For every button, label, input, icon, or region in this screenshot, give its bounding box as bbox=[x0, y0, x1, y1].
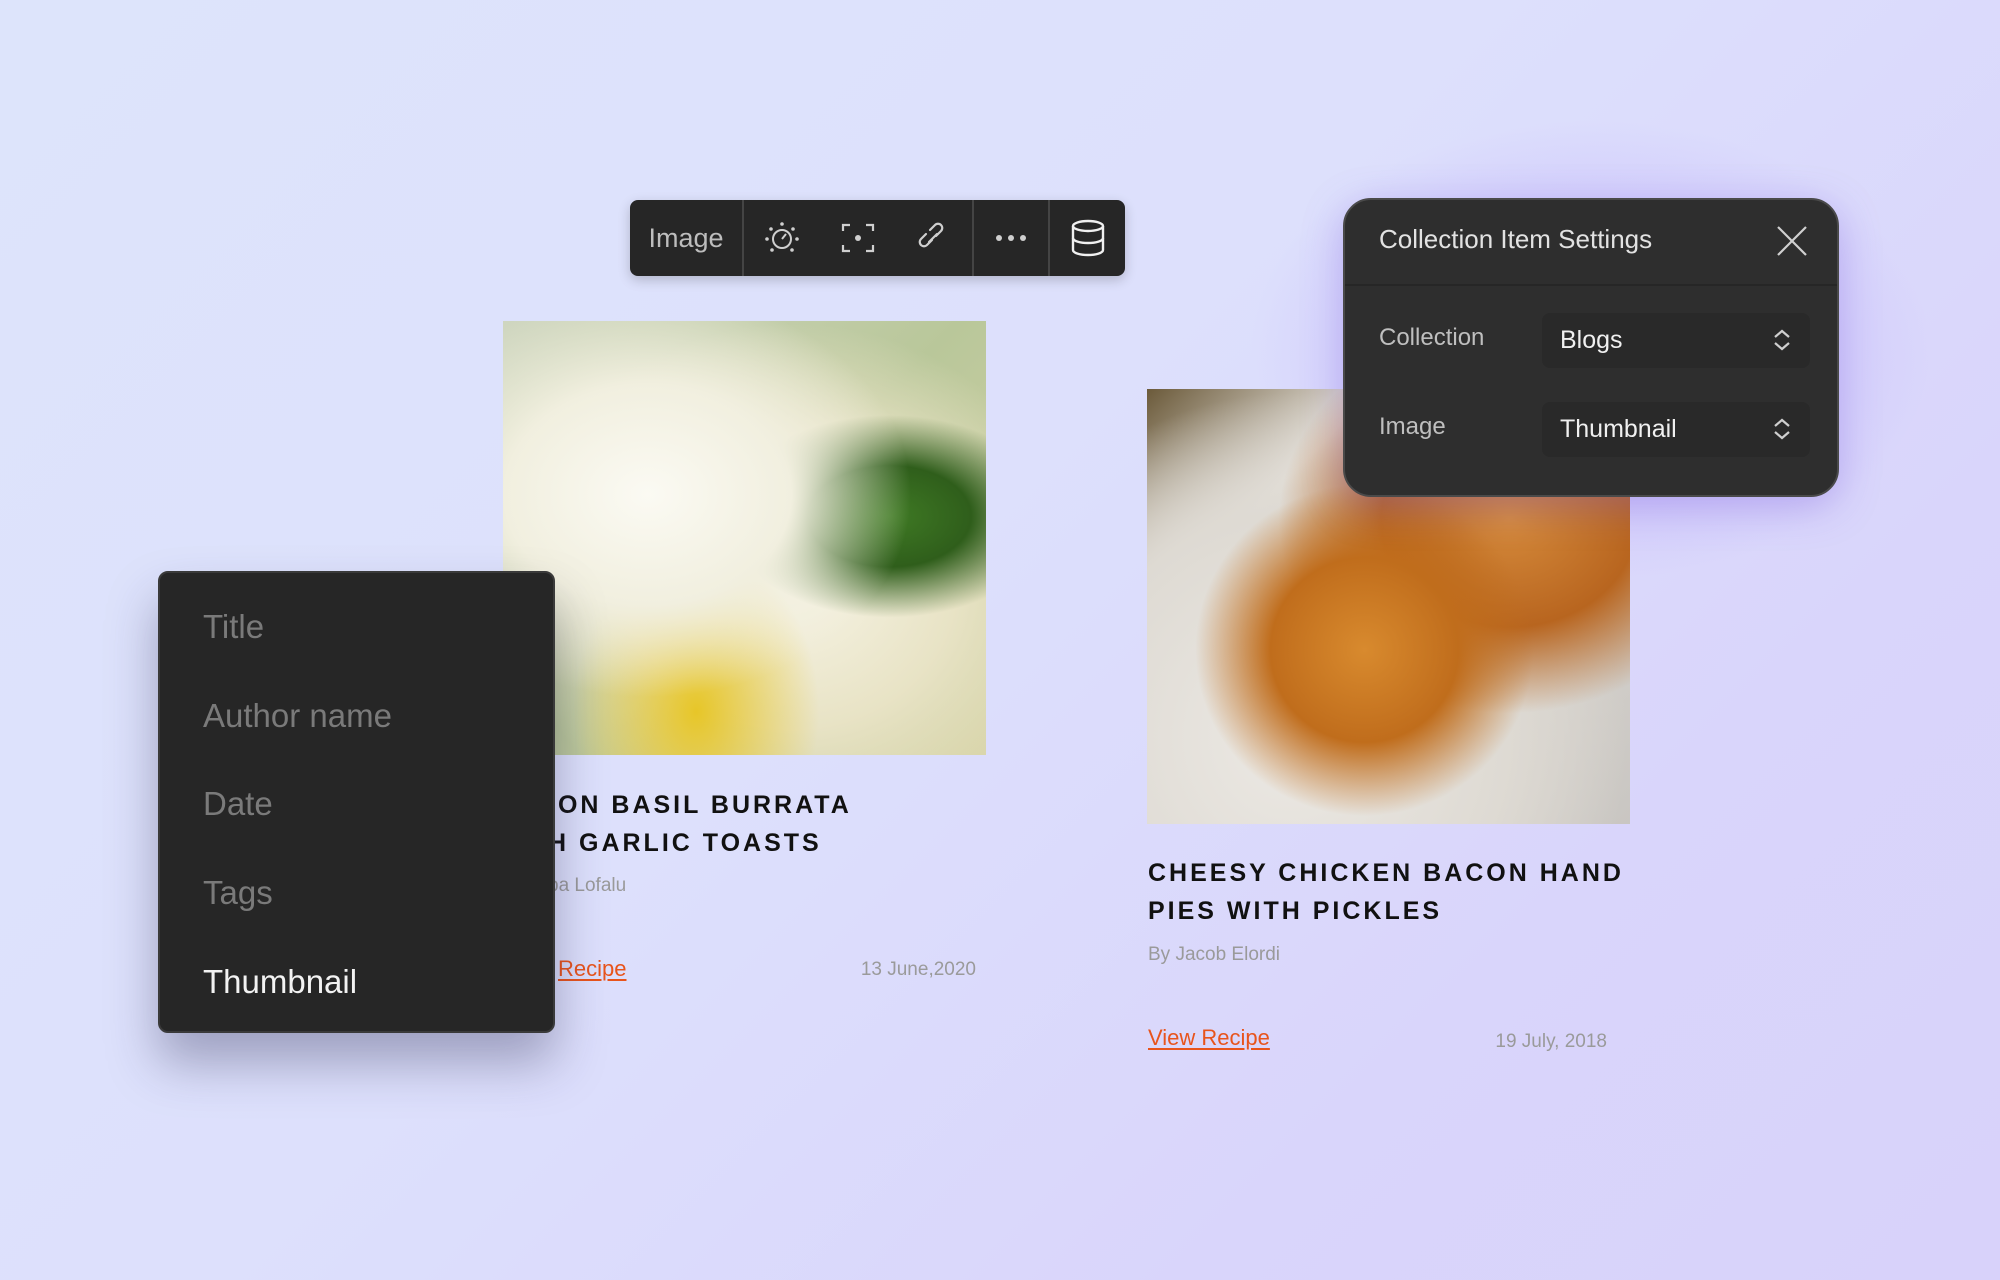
collection-label: Collection bbox=[1379, 324, 1485, 351]
link-icon[interactable] bbox=[896, 200, 972, 276]
recipe-date: 13 June,2020 bbox=[860, 959, 976, 980]
burrata-recipe-image[interactable] bbox=[503, 321, 986, 755]
recipe-author: By Jacob Elordi bbox=[1148, 944, 1281, 965]
menu-item-thumbnail[interactable]: Thumbnail bbox=[203, 962, 357, 1002]
panel-title: Collection Item Settings bbox=[1379, 224, 1653, 254]
image-toolbar: Image bbox=[630, 200, 1125, 276]
toolbar-image-label[interactable]: Image bbox=[630, 200, 744, 276]
image-field-value: Thumbnail bbox=[1560, 415, 1677, 443]
menu-item-author-name[interactable]: Author name bbox=[203, 696, 392, 736]
collection-value: Blogs bbox=[1560, 326, 1623, 354]
collection-select[interactable]: Blogs bbox=[1542, 313, 1810, 368]
menu-item-tags[interactable]: Tags bbox=[203, 873, 273, 913]
menu-item-title[interactable]: Title bbox=[203, 607, 264, 647]
more-icon[interactable] bbox=[974, 200, 1048, 276]
brightness-dial-icon[interactable] bbox=[744, 200, 820, 276]
field-dropdown-menu: Title Author name Date Tags Thumbnail bbox=[158, 571, 555, 1033]
view-recipe-link[interactable]: View Recipe bbox=[1148, 1025, 1270, 1051]
collection-item-settings-panel: Collection Item Settings Collection Blog… bbox=[1343, 198, 1839, 497]
recipe-author: ba Lofalu bbox=[548, 875, 627, 896]
chevron-up-down-icon bbox=[1774, 329, 1790, 351]
recipe-title-line: ION BASIL BURRATA bbox=[548, 791, 852, 819]
chevron-up-down-icon bbox=[1774, 418, 1790, 440]
recipe-title-line: PIES WITH PICKLES bbox=[1148, 897, 1443, 925]
recipe-title-line: CHEESY CHICKEN BACON HAND bbox=[1148, 859, 1624, 887]
recipe-date: 19 July, 2018 bbox=[1495, 1031, 1607, 1052]
image-field-select[interactable]: Thumbnail bbox=[1542, 402, 1810, 457]
divider bbox=[1345, 284, 1837, 286]
menu-item-date[interactable]: Date bbox=[203, 784, 273, 824]
view-recipe-link[interactable]: Recipe bbox=[558, 956, 626, 982]
image-label: Image bbox=[1379, 413, 1446, 440]
recipe-title-line: H GARLIC TOASTS bbox=[548, 829, 822, 857]
focus-point-icon[interactable] bbox=[820, 200, 896, 276]
close-icon[interactable] bbox=[1775, 224, 1809, 258]
database-icon[interactable] bbox=[1050, 200, 1125, 276]
